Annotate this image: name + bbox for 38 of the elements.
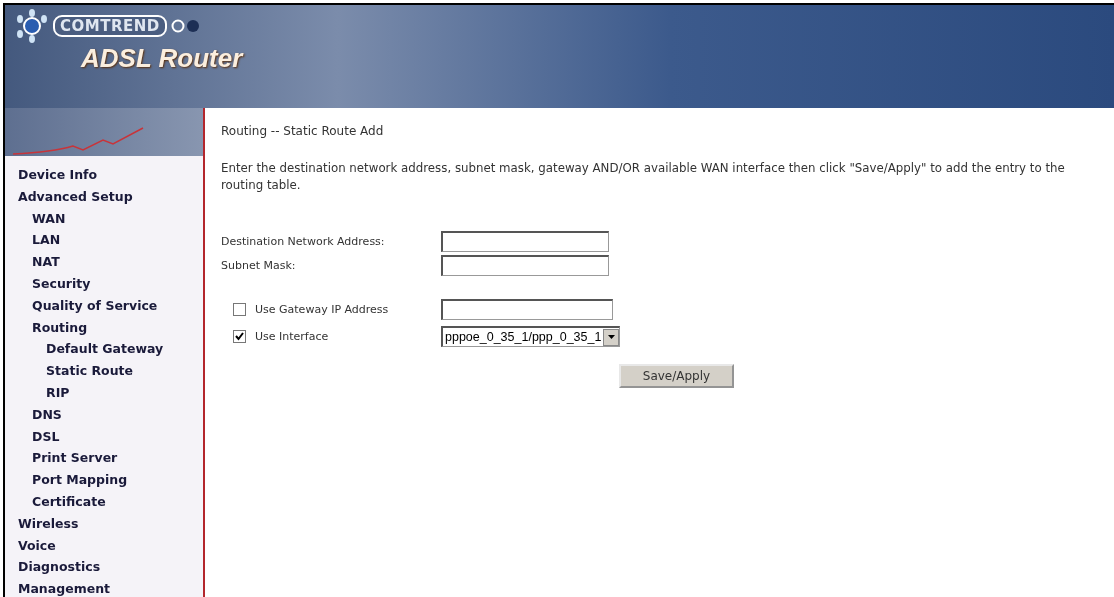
caret-icon xyxy=(607,335,615,339)
circles-icon xyxy=(170,19,201,33)
menu-item[interactable]: DSL xyxy=(5,425,203,448)
menu-item[interactable]: Certificate xyxy=(5,491,203,513)
menu-item[interactable]: Device Info xyxy=(5,164,203,186)
menu-item[interactable]: Print Server xyxy=(5,447,203,470)
menu-item[interactable]: Advanced Setup xyxy=(5,185,203,208)
field-label: Subnet Mask: xyxy=(221,259,297,272)
option-label: Use Interface xyxy=(255,330,330,343)
menu-item[interactable]: Routing xyxy=(5,316,203,339)
menu-item[interactable]: Management xyxy=(5,578,203,597)
brand-name: COMTREND xyxy=(53,15,167,37)
menu-item[interactable]: LAN xyxy=(5,229,203,252)
page-title: Routing -- Static Route Add xyxy=(221,124,385,138)
product-title: ADSL Router xyxy=(81,43,245,74)
menu-item[interactable]: Default Gateway xyxy=(5,338,203,361)
menu-item[interactable]: WAN xyxy=(5,207,203,230)
menu-item[interactable]: DNS xyxy=(5,403,203,426)
menu-item[interactable]: Security xyxy=(5,273,203,295)
field-label: Destination Network Address: xyxy=(221,235,386,248)
description-text: Enter the destination network address, subnet mask, gateway AND/OR available WAN interface then click "Save/Apply" to add the entry to the routing table. xyxy=(221,160,1066,194)
input-field[interactable] xyxy=(441,299,613,320)
checkbox[interactable] xyxy=(233,330,246,343)
menu-item[interactable]: Voice xyxy=(5,534,203,557)
option-label: Use Gateway IP Address xyxy=(255,303,390,316)
menu-item[interactable]: NAT xyxy=(5,251,203,274)
menu-item[interactable]: Static Route xyxy=(5,360,203,383)
flower-logo-icon xyxy=(15,9,49,43)
checkbox[interactable] xyxy=(233,303,246,316)
menu-item[interactable]: Quality of Service xyxy=(5,294,203,317)
menu-item[interactable]: Wireless xyxy=(5,512,203,535)
menu-item[interactable]: RIP xyxy=(5,382,203,404)
menu-item[interactable]: Diagnostics xyxy=(5,556,203,579)
input-field[interactable] xyxy=(441,255,609,276)
input-field[interactable] xyxy=(441,231,609,252)
interface-dropdown[interactable]: pppoe_0_35_1/ppp_0_35_1 xyxy=(441,326,621,347)
menu-item[interactable]: Port Mapping xyxy=(5,469,203,491)
save-apply-button[interactable]: Save/Apply xyxy=(619,364,734,388)
